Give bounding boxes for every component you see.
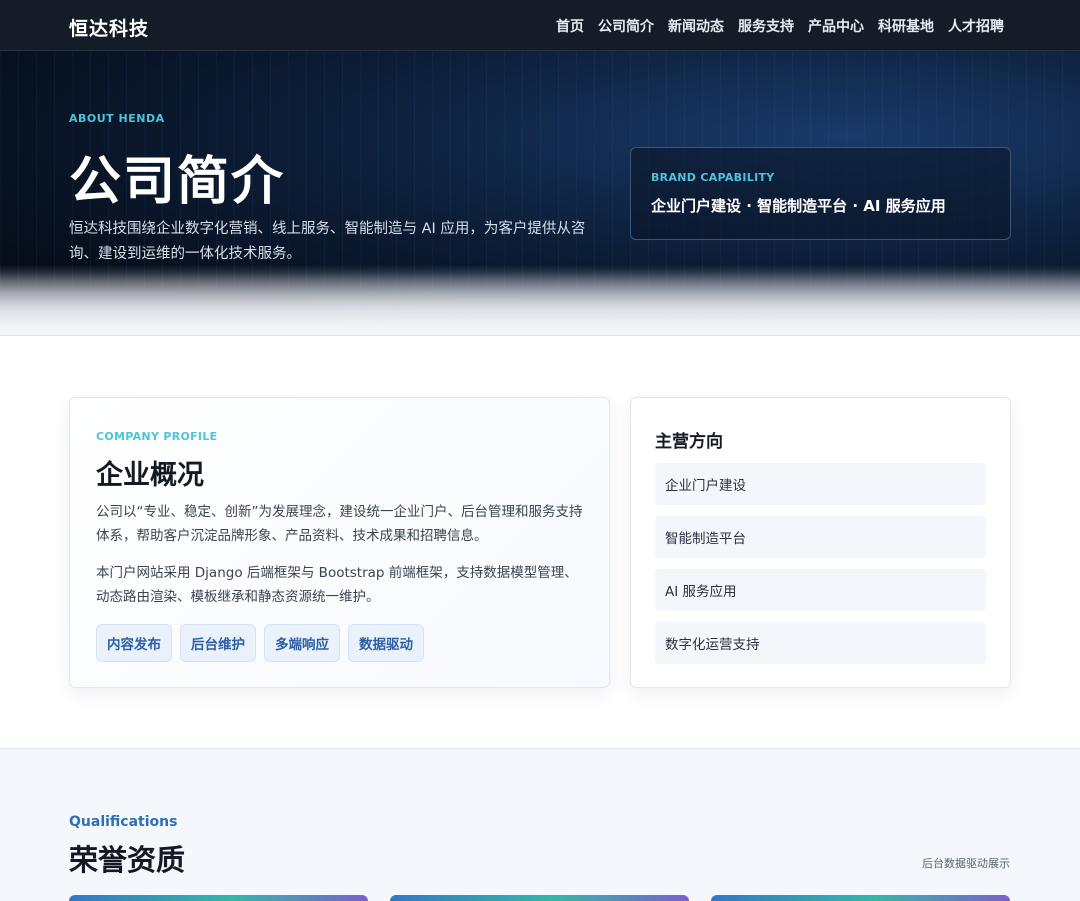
hero-eyebrow: ABOUT HENDA: [69, 112, 165, 125]
tag-admin-maintenance[interactable]: 后台维护: [180, 624, 256, 662]
qualification-card-top[interactable]: [711, 895, 1010, 901]
business-focus-card: 主营方向 企业门户建设 智能制造平台 AI 服务应用 数字化运营支持: [630, 397, 1011, 688]
profile-title: 企业概况: [96, 460, 204, 491]
tag-responsive[interactable]: 多端响应: [264, 624, 340, 662]
hero-banner: ABOUT HENDA 公司简介 恒达科技围绕企业数字化营销、线上服务、智能制造…: [0, 51, 1080, 335]
focus-item: 企业门户建设: [655, 463, 986, 505]
nav-item-service[interactable]: 服务支持: [738, 16, 794, 36]
focus-title: 主营方向: [655, 432, 723, 452]
nav-item-research[interactable]: 科研基地: [878, 16, 934, 36]
tag-data-driven[interactable]: 数据驱动: [348, 624, 424, 662]
tag-content-publish[interactable]: 内容发布: [96, 624, 172, 662]
focus-list: 企业门户建设 智能制造平台 AI 服务应用 数字化运营支持: [655, 463, 986, 675]
brand-capability-card: BRAND CAPABILITY 企业门户建设 · 智能制造平台 · AI 服务…: [630, 147, 1011, 240]
focus-item: 智能制造平台: [655, 516, 986, 558]
nav-item-careers[interactable]: 人才招聘: [948, 16, 1004, 36]
top-nav-bar: 恒达科技 首页 公司简介 新闻动态 服务支持 产品中心 科研基地 人才招聘: [0, 0, 1080, 51]
focus-item: 数字化运营支持: [655, 622, 986, 664]
profile-tags: 内容发布 后台维护 多端响应 数据驱动: [96, 624, 424, 662]
company-profile-card: COMPANY PROFILE 企业概况 公司以“专业、稳定、创新”为发展理念，…: [69, 397, 610, 688]
main-nav: 首页 公司简介 新闻动态 服务支持 产品中心 科研基地 人才招聘: [556, 16, 1004, 36]
qualifications-title: 荣誉资质: [69, 843, 186, 877]
nav-item-products[interactable]: 产品中心: [808, 16, 864, 36]
qualification-card-top[interactable]: [69, 895, 368, 901]
profile-paragraph: 本门户网站采用 Django 后端框架与 Bootstrap 前端框架，支持数据…: [96, 565, 578, 605]
page-title: 公司简介: [69, 152, 286, 212]
brand-capability-text: 企业门户建设 · 智能制造平台 · AI 服务应用: [651, 197, 946, 215]
qualifications-eyebrow: Qualifications: [69, 814, 178, 830]
brand-capability-eyebrow: BRAND CAPABILITY: [651, 171, 775, 184]
qualifications-section: Qualifications 荣誉资质 后台数据驱动展示: [0, 748, 1080, 901]
nav-item-home[interactable]: 首页: [556, 16, 584, 36]
qualifications-note: 后台数据驱动展示: [922, 857, 1010, 870]
hero-bottom-fade: [0, 265, 1080, 335]
hero-description: 恒达科技围绕企业数字化营销、线上服务、智能制造与 AI 应用，为客户提供从咨询、…: [69, 221, 586, 262]
company-profile-section: COMPANY PROFILE 企业概况 公司以“专业、稳定、创新”为发展理念，…: [0, 335, 1080, 748]
qualification-card-top[interactable]: [390, 895, 689, 901]
profile-paragraph: 公司以“专业、稳定、创新”为发展理念，建设统一企业门户、后台管理和服务支持体系，…: [96, 504, 583, 544]
profile-eyebrow: COMPANY PROFILE: [96, 430, 218, 443]
focus-item: AI 服务应用: [655, 569, 986, 611]
brand-logo[interactable]: 恒达科技: [69, 14, 149, 41]
nav-item-about[interactable]: 公司简介: [598, 16, 654, 36]
nav-item-news[interactable]: 新闻动态: [668, 16, 724, 36]
